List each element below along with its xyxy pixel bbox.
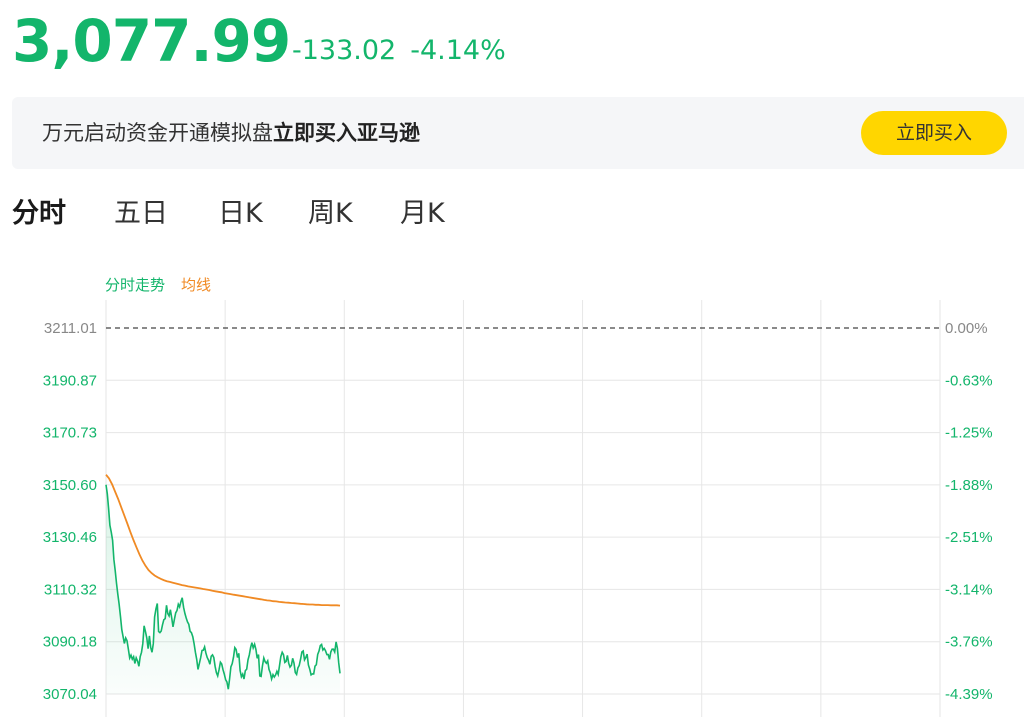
price-change: -133.02 -4.14%: [292, 33, 520, 69]
y-tick-label-right: -1.88%: [945, 477, 993, 494]
y-tick-label-left: 3170.73: [43, 425, 97, 442]
tab-intraday-label: 分时: [12, 198, 66, 229]
y-tick-label-left: 3130.46: [43, 529, 97, 546]
tab-monthly-k[interactable]: 月K: [400, 194, 445, 234]
y-tick-label-right: 0.00%: [945, 320, 988, 337]
tab-weekly-k[interactable]: 周K: [308, 194, 353, 234]
tab-daily-k[interactable]: 日K: [218, 194, 263, 234]
y-tick-label-right: -0.63%: [945, 372, 993, 389]
y-tick-label-right: -1.25%: [945, 425, 993, 442]
banner-text: 万元启动资金开通模拟盘立即买入亚马逊: [42, 119, 420, 147]
average-line: [105, 474, 341, 607]
chart-grid: [105, 300, 941, 717]
change-amount: -133.02: [292, 35, 397, 66]
change-percent: -4.14%: [410, 35, 506, 66]
y-tick-label-left: 3090.18: [43, 634, 97, 651]
chart-series: [105, 474, 341, 694]
banner-text-normal: 万元启动资金开通模拟盘: [42, 121, 273, 145]
y-tick-label-right: -2.51%: [945, 529, 993, 546]
buy-now-button[interactable]: 立即买入: [861, 111, 1007, 155]
banner-text-bold: 立即买入亚马逊: [273, 121, 420, 145]
y-tick-label-right: -3.14%: [945, 581, 993, 598]
current-price: 3,077.99: [12, 7, 291, 75]
quote-header: 3,077.99 -133.02 -4.14%: [0, 0, 1024, 90]
y-tick-label-left: 3211.01: [44, 320, 97, 337]
intraday-chart: 3211.01 0.00% 3190.87 -0.63% 3170.73 -1.25% 31…: [43, 300, 993, 717]
y-tick-label-left: 3110.32: [44, 581, 97, 598]
y-tick-label-right: -4.39%: [945, 686, 993, 703]
tab-intraday[interactable]: 分时: [12, 194, 70, 234]
y-tick-label-left: 3150.60: [43, 477, 97, 494]
y-tick-label-right: -3.76%: [945, 634, 993, 651]
y-tick-label-left: 3070.04: [43, 686, 97, 703]
y-tick-label-left: 3190.87: [43, 372, 97, 389]
promo-banner: 万元启动资金开通模拟盘立即买入亚马逊 立即买入: [12, 97, 1024, 169]
tab-five-day[interactable]: 五日: [114, 194, 168, 234]
